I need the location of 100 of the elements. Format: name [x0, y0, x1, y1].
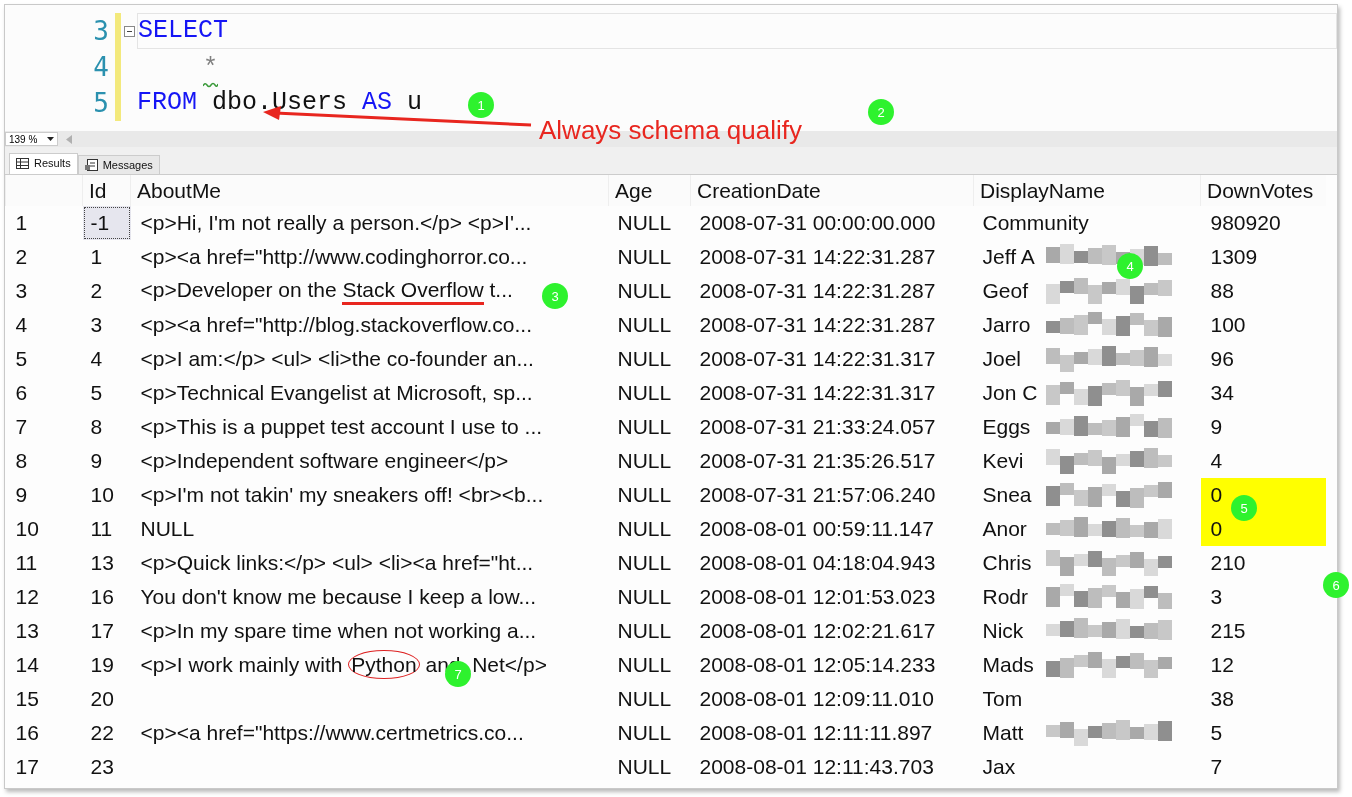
- row-number: 11: [14, 550, 39, 576]
- table-cell-text: 13: [89, 550, 115, 576]
- table-cell-text: NULL: [616, 652, 673, 678]
- grid-icon: [16, 157, 29, 169]
- table-cell-text: 10: [89, 482, 115, 508]
- code-token: FROM: [137, 88, 197, 117]
- table-cell-text: 34: [1209, 380, 1235, 406]
- table-cell-text: 3: [1209, 584, 1224, 610]
- table-cell: 210: [1200, 546, 1326, 580]
- table-cell-text: NULL: [616, 720, 673, 746]
- table-cell-text: 2008-07-31 14:22:31.317: [698, 346, 937, 372]
- table-cell: <p><a href="http://blog.stackoverflow.co...: [140, 313, 533, 336]
- table-cell: Eggs: [982, 415, 1031, 438]
- collapse-icon[interactable]: [123, 25, 135, 37]
- table-cell: Matt: [982, 721, 1024, 744]
- table-cell-text: 2008-08-01 12:02:21.617: [698, 618, 937, 644]
- table-cell-text: 8: [89, 414, 104, 440]
- table-cell-text: 2008-07-31 14:22:31.317: [698, 380, 937, 406]
- table-cell: 2008-07-31 00:00:00.000: [690, 206, 974, 240]
- table-cell-text: 2008-08-01 12:11:11.897: [698, 720, 934, 746]
- row-number: 9: [14, 482, 29, 508]
- table-cell: Geof: [982, 279, 1029, 302]
- table-cell-text: 2: [89, 278, 104, 304]
- row-number: 16: [14, 720, 40, 746]
- row-number: 3: [14, 278, 29, 304]
- message-icon: [84, 159, 98, 171]
- table-cell: You don't know me because I keep a low...: [140, 585, 536, 608]
- table-cell: <p>Technical Evangelist at Microsoft, sp...: [140, 381, 533, 404]
- table-cell: Jon C: [982, 381, 1038, 404]
- row-number: 8: [14, 448, 29, 474]
- table-cell-text: 7: [1209, 754, 1224, 780]
- results-tab[interactable]: Results: [9, 153, 78, 174]
- column-header[interactable]: DisplayName: [973, 175, 1201, 206]
- number-marker: 6: [1323, 572, 1349, 598]
- table-cell: NULL: [608, 206, 691, 240]
- table-cell: Snea: [982, 483, 1032, 506]
- table-cell-text: 23: [89, 754, 115, 780]
- table-cell: 4: [1200, 444, 1326, 478]
- table-cell-text: 9: [1209, 414, 1224, 440]
- row-number: 2: [14, 244, 29, 270]
- number-marker: 3: [542, 283, 568, 309]
- table-cell-text: 12: [1209, 652, 1235, 678]
- column-header[interactable]: Age: [608, 175, 691, 206]
- line-number: 3: [92, 16, 110, 46]
- code-token: AS: [362, 88, 393, 117]
- row-number: 17: [14, 754, 40, 780]
- code-token: SELECT: [138, 16, 228, 45]
- code-token: *: [203, 56, 218, 82]
- table-cell-text: 2008-08-01 12:09:11.010: [698, 686, 935, 712]
- table-cell-text: 2008-07-31 14:22:31.287: [698, 244, 937, 270]
- row-number: 1: [5, 206, 83, 240]
- row-number: 15: [14, 686, 40, 712]
- table-cell-text: NULL: [616, 346, 673, 372]
- table-cell-text: NULL: [616, 448, 673, 474]
- table-cell-text: 5: [1209, 720, 1224, 746]
- zoom-dropdown[interactable]: 139 %: [5, 132, 59, 146]
- table-cell: -1: [82, 206, 131, 240]
- table-cell-text: 5: [89, 380, 104, 406]
- table-cell-text: 2008-07-31 21:33:24.057: [698, 414, 937, 440]
- table-cell-text: 88: [1209, 278, 1235, 304]
- table-cell: Community: [982, 211, 1089, 234]
- table-cell: Tom: [982, 687, 1023, 710]
- table-cell-text: NULL: [616, 618, 673, 644]
- caret-icon: [47, 137, 55, 141]
- results-tab[interactable]: Messages: [77, 155, 160, 174]
- table-cell: <p>Independent software engineer</p>: [140, 449, 509, 472]
- table-cell-text: 2008-07-31 21:35:26.517: [698, 448, 937, 474]
- column-header[interactable]: Id: [82, 175, 131, 206]
- table-cell-text: 2008-07-31 14:22:31.287: [698, 312, 937, 338]
- table-cell: <p>In my spare time when not working a...: [140, 619, 537, 642]
- table-cell-text: 17: [89, 618, 115, 644]
- table-cell-text: 2008-07-31 14:22:31.287: [698, 278, 937, 304]
- row-number: 4: [14, 312, 29, 338]
- table-cell-text: 2008-07-31 21:57:06.240: [698, 482, 937, 508]
- table-cell-text: NULL: [616, 686, 673, 712]
- callout-text: Always schema qualify: [539, 115, 802, 146]
- table-cell: <p>This is a puppet test account I use to ...: [140, 415, 543, 438]
- table-cell: Jeff A: [982, 245, 1035, 268]
- table-cell-text: 96: [1209, 346, 1235, 372]
- table-cell-text: NULL: [616, 244, 673, 270]
- column-header[interactable]: CreationDate: [690, 175, 974, 206]
- table-cell: <p>Quick links:</p> <ul> <li><a href="ht...: [140, 551, 534, 574]
- table-cell-text: 19: [89, 652, 115, 678]
- table-cell-text: 3: [89, 312, 104, 338]
- table-cell: <p>I'm not takin' my sneakers off! <br><b...: [140, 483, 544, 506]
- table-cell: 1: [82, 240, 131, 274]
- line-number: 5: [92, 88, 110, 118]
- table-cell-text: NULL: [616, 482, 673, 508]
- table-cell-text: 100: [1209, 312, 1247, 338]
- table-cell: Anor: [982, 517, 1027, 540]
- table-cell-text: 38: [1209, 686, 1235, 712]
- table-cell: Jax: [982, 755, 1016, 778]
- table-cell-text: NULL: [616, 380, 673, 406]
- table-cell-text: NULL: [616, 550, 673, 576]
- row-number: 14: [14, 652, 40, 678]
- table-cell-text: NULL: [616, 754, 673, 780]
- table-cell-text: 11: [89, 516, 114, 542]
- column-header[interactable]: AboutMe: [130, 175, 609, 206]
- table-cell-text: 2008-08-01 12:11:43.703: [698, 754, 935, 780]
- row-number: 10: [14, 516, 40, 542]
